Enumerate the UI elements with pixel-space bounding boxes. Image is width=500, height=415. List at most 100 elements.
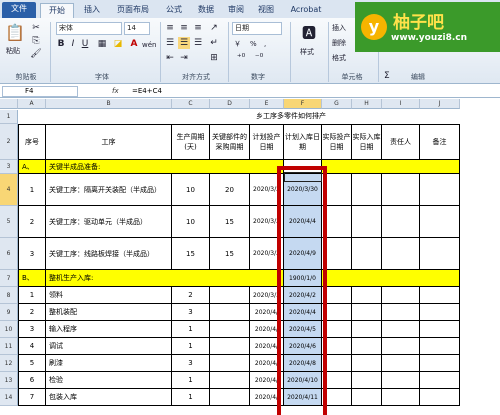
table-cell[interactable]: 2020/4/ (250, 321, 284, 338)
table-cell[interactable]: 2020/4/ (250, 338, 284, 355)
table-cell[interactable]: 2020/4/6 (284, 338, 322, 355)
formula-input[interactable]: =E4+C4 (132, 86, 162, 97)
table-cell[interactable] (352, 238, 382, 270)
paste-button-label[interactable]: 粘贴 (6, 45, 20, 57)
table-cell[interactable]: 关键工序：隔离开关装配（半成品） (46, 174, 172, 206)
insert-cells-button[interactable]: 插入 (332, 22, 346, 34)
autosum-icon[interactable]: Σ (384, 70, 390, 82)
table-cell[interactable]: 3 (18, 321, 46, 338)
table-cell[interactable]: 3 (172, 304, 210, 321)
table-cell[interactable]: 15 (172, 238, 210, 270)
table-cell[interactable]: 2020/4/4 (284, 304, 322, 321)
col-header-h[interactable]: H (352, 99, 382, 109)
table-cell[interactable]: 10 (172, 206, 210, 238)
decrease-indent-icon[interactable]: ⇤ (164, 52, 176, 64)
table-cell[interactable]: 2020/3/3 (250, 287, 284, 304)
table-cell[interactable]: 1 (172, 321, 210, 338)
table-cell[interactable] (352, 372, 382, 389)
table-cell[interactable]: 整机装配 (46, 304, 172, 321)
row-header[interactable]: 10 (0, 321, 18, 338)
table-cell[interactable] (420, 174, 460, 206)
table-cell[interactable]: 10 (172, 174, 210, 206)
table-cell[interactable] (420, 389, 460, 406)
phonetic-icon[interactable]: wén (142, 39, 156, 51)
orientation-icon[interactable]: ↗ (208, 22, 220, 34)
table-cell[interactable] (352, 355, 382, 372)
header-cell-cycle[interactable]: 生产周期(天) (172, 124, 210, 160)
table-cell[interactable] (210, 338, 250, 355)
header-cell-process[interactable]: 工序 (46, 124, 172, 160)
table-cell[interactable] (210, 355, 250, 372)
table-cell[interactable] (420, 287, 460, 304)
table-cell[interactable] (322, 287, 352, 304)
bold-icon[interactable]: B (56, 38, 66, 50)
font-size-select[interactable]: 14 (124, 22, 150, 35)
table-cell[interactable]: 2020/3/2 (250, 206, 284, 238)
table-cell[interactable] (352, 321, 382, 338)
table-cell[interactable]: 包装入库 (46, 389, 172, 406)
header-cell-index[interactable]: 序号 (18, 124, 46, 160)
section-code[interactable]: A、 (18, 160, 46, 174)
table-cell[interactable]: 2020/4/9 (284, 238, 322, 270)
row-header[interactable]: 8 (0, 287, 18, 304)
table-cell[interactable] (420, 321, 460, 338)
table-cell[interactable] (322, 372, 352, 389)
header-cell-owner[interactable]: 责任人 (382, 124, 420, 160)
table-cell[interactable]: 2 (172, 287, 210, 304)
table-cell[interactable] (382, 206, 420, 238)
styles-icon[interactable]: 🅰 (298, 24, 320, 44)
table-cell[interactable]: 2020/4/ (250, 304, 284, 321)
align-right-icon[interactable]: ☰ (192, 37, 204, 49)
table-cell[interactable] (210, 321, 250, 338)
tab-review[interactable]: 审阅 (222, 3, 250, 18)
table-cell[interactable]: 关键工序：驱动单元（半成品） (46, 206, 172, 238)
table-cell[interactable]: 5 (18, 355, 46, 372)
table-cell[interactable]: 1 (172, 338, 210, 355)
table-cell[interactable]: 2020/4/ (250, 372, 284, 389)
table-cell[interactable] (352, 338, 382, 355)
header-cell-actual-stock[interactable]: 实际入库日期 (352, 124, 382, 160)
row-header[interactable]: 4 (0, 174, 18, 206)
table-cell[interactable]: 2020/3/2 (250, 238, 284, 270)
table-cell[interactable] (420, 304, 460, 321)
font-color-icon[interactable]: A (128, 38, 140, 50)
table-cell[interactable] (352, 287, 382, 304)
table-cell[interactable]: 检验 (46, 372, 172, 389)
styles-button-label[interactable]: 样式 (300, 46, 314, 58)
table-cell[interactable] (322, 238, 352, 270)
table-cell[interactable] (382, 372, 420, 389)
tab-acrobat[interactable]: Acrobat (286, 3, 326, 18)
number-format-select[interactable]: 日期 (232, 22, 282, 35)
cut-icon[interactable]: ✂ (30, 22, 42, 34)
table-cell[interactable]: 2020/3/30 (284, 174, 322, 206)
paste-icon[interactable]: 📋 (4, 22, 26, 44)
row-header[interactable]: 14 (0, 389, 18, 406)
tab-formulas[interactable]: 公式 (160, 3, 188, 18)
table-cell[interactable] (382, 338, 420, 355)
tab-file[interactable]: 文件 (2, 2, 36, 18)
table-cell[interactable] (382, 389, 420, 406)
table-cell[interactable]: 15 (210, 238, 250, 270)
table-cell[interactable] (352, 304, 382, 321)
section-code[interactable]: B、 (18, 270, 46, 287)
currency-icon[interactable]: ￥ (234, 38, 241, 50)
table-cell[interactable] (322, 304, 352, 321)
table-cell[interactable]: 输入程序 (46, 321, 172, 338)
align-top-icon[interactable]: ≡ (164, 22, 176, 34)
table-cell[interactable] (322, 174, 352, 206)
decrease-decimal-icon[interactable]: ⁻⁰ (252, 52, 266, 64)
table-cell[interactable] (322, 389, 352, 406)
row-header[interactable]: 2 (0, 124, 18, 160)
percent-icon[interactable]: % (250, 38, 257, 50)
table-cell[interactable]: 2020/4/11 (284, 389, 322, 406)
table-cell[interactable]: 关键工序：线路板焊接（半成品） (46, 238, 172, 270)
table-cell[interactable]: 2020/4/5 (284, 321, 322, 338)
table-cell[interactable] (322, 270, 460, 287)
align-center-icon[interactable]: ☰ (178, 37, 190, 49)
fx-icon[interactable]: fx (112, 86, 119, 97)
border-icon[interactable]: ▦ (96, 38, 108, 50)
select-all-corner[interactable] (0, 99, 18, 109)
name-box[interactable]: F4 (2, 86, 78, 97)
wrap-text-icon[interactable]: ↵ (208, 37, 220, 49)
header-cell-plan-stock[interactable]: 计划入库日期 (284, 124, 322, 160)
